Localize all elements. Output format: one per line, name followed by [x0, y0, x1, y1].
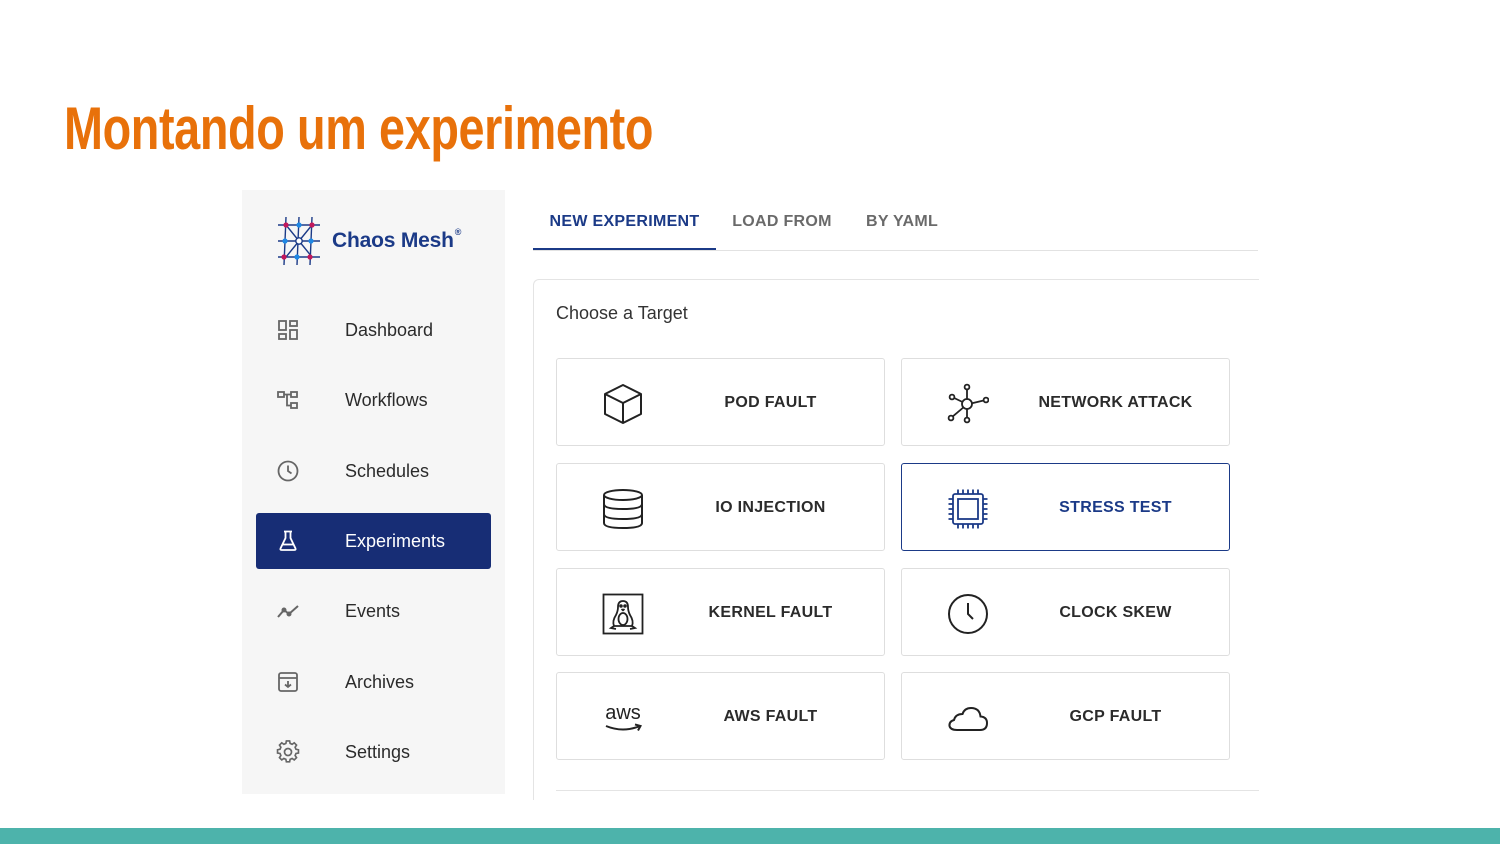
choose-target-panel: Choose a Target POD FAULT NETWORK ATTACK… [533, 279, 1259, 800]
aws-icon-text: aws [605, 702, 641, 724]
aws-icon: aws [605, 702, 642, 731]
clock-icon [277, 460, 299, 482]
target-card-clock-skew[interactable]: CLOCK SKEW [901, 568, 1230, 656]
target-card-io-injection[interactable]: IO INJECTION [556, 463, 885, 551]
brand-name: Chaos Mesh® [332, 227, 462, 253]
sidebar-item-label: Workflows [345, 389, 428, 410]
sidebar-item-label: Settings [345, 741, 411, 762]
registered-mark: ® [454, 227, 462, 237]
network-icon [947, 383, 989, 424]
experiment-tabs: NEW EXPERIMENT LOAD FROM BY YAML [533, 202, 1258, 251]
sidebar-item-experiments[interactable]: Experiments [256, 513, 491, 569]
slide-title: Montando um experimento [64, 95, 654, 162]
target-label: CLOCK SKEW [1059, 604, 1172, 621]
target-label: AWS FAULT [723, 708, 818, 725]
sidebar: Chaos Mesh® Dashboard Workflows Schedule… [242, 190, 505, 794]
cube-icon [604, 384, 642, 424]
sidebar-item-schedules[interactable]: Schedules [256, 443, 491, 499]
target-card-stress-test[interactable]: STRESS TEST [901, 463, 1230, 551]
sidebar-item-workflows[interactable]: Workflows [256, 372, 491, 428]
tab-load-from[interactable]: LOAD FROM [723, 202, 841, 250]
flask-icon [279, 530, 297, 551]
tab-by-yaml[interactable]: BY YAML [855, 202, 949, 250]
sidebar-item-label: Schedules [345, 460, 430, 481]
dashboard-icon [278, 320, 298, 340]
sidebar-item-label: Experiments [345, 530, 446, 551]
target-card-pod-fault[interactable]: POD FAULT [556, 358, 885, 446]
sidebar-item-label: Archives [345, 671, 415, 692]
target-label: NETWORK ATTACK [1038, 394, 1193, 411]
trend-line-icon [277, 605, 299, 618]
chaos-mesh-logo-icon [278, 216, 320, 266]
target-card-gcp-fault[interactable]: GCP FAULT [901, 672, 1230, 760]
cloud-icon [948, 706, 989, 731]
target-label: KERNEL FAULT [708, 604, 833, 621]
panel-title: Choose a Target [556, 303, 688, 323]
database-icon [603, 489, 643, 530]
cpu-icon [948, 489, 988, 529]
target-card-network-attack[interactable]: NETWORK ATTACK [901, 358, 1230, 446]
brand-logo[interactable]: Chaos Mesh® [274, 214, 461, 268]
target-label: POD FAULT [724, 394, 817, 411]
target-card-aws-fault[interactable]: aws AWS FAULT [556, 672, 885, 760]
brand-name-text: Chaos Mesh [332, 229, 454, 252]
target-label: IO INJECTION [715, 499, 826, 516]
target-card-kernel-fault[interactable]: KERNEL FAULT [556, 568, 885, 656]
clock-icon [948, 594, 988, 634]
target-label: GCP FAULT [1069, 708, 1162, 725]
sidebar-item-archives[interactable]: Archives [256, 654, 491, 710]
archive-icon [278, 672, 298, 692]
divider [556, 790, 1259, 791]
sidebar-item-label: Dashboard [345, 319, 434, 340]
tab-new-experiment[interactable]: NEW EXPERIMENT [533, 202, 716, 250]
sidebar-item-dashboard[interactable]: Dashboard [256, 302, 491, 358]
sidebar-item-settings[interactable]: Settings [256, 724, 491, 780]
footer-accent-bar [0, 828, 1500, 844]
workflows-icon [277, 391, 298, 409]
sidebar-item-label: Events [345, 600, 401, 621]
gear-icon [276, 740, 300, 763]
target-label: STRESS TEST [1059, 499, 1172, 516]
sidebar-item-events[interactable]: Events [256, 583, 491, 639]
linux-icon [602, 593, 644, 635]
